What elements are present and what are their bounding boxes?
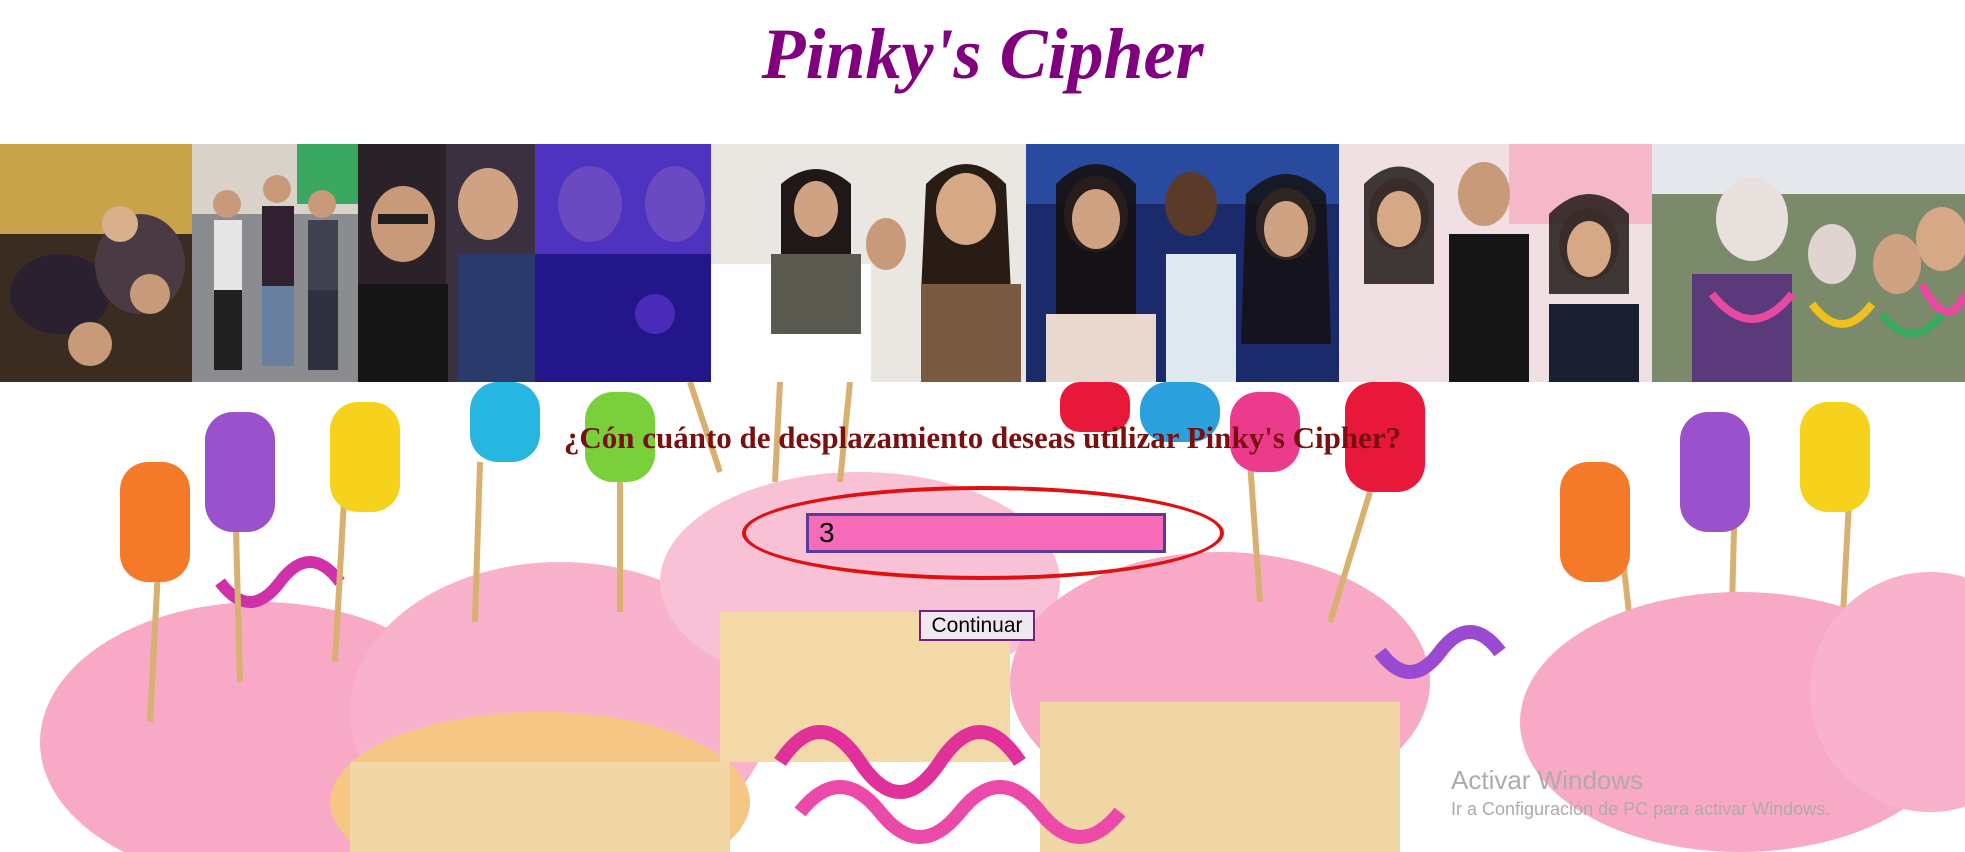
photo [192, 144, 358, 382]
watermark-subtitle: Ir a Configuración de PC para activar Wi… [1451, 799, 1831, 819]
photo [358, 144, 535, 382]
watermark-title: Activar Windows [1451, 765, 1644, 795]
page-title: Pinky's Cipher [761, 14, 1204, 94]
continue-button[interactable]: Continuar [919, 610, 1035, 641]
photo [711, 144, 1026, 382]
photo [1652, 144, 1965, 382]
photo [535, 144, 711, 382]
shift-input[interactable] [806, 513, 1166, 553]
photo-strip [0, 144, 1965, 382]
photo [1026, 144, 1339, 382]
photo [1339, 144, 1652, 382]
windows-activation-watermark: Activar Windows Ir a Configuración de PC… [1451, 764, 1830, 822]
shift-question: ¿Cón cuánto de desplazamiento deseas uti… [563, 420, 1402, 455]
photo [0, 144, 192, 382]
